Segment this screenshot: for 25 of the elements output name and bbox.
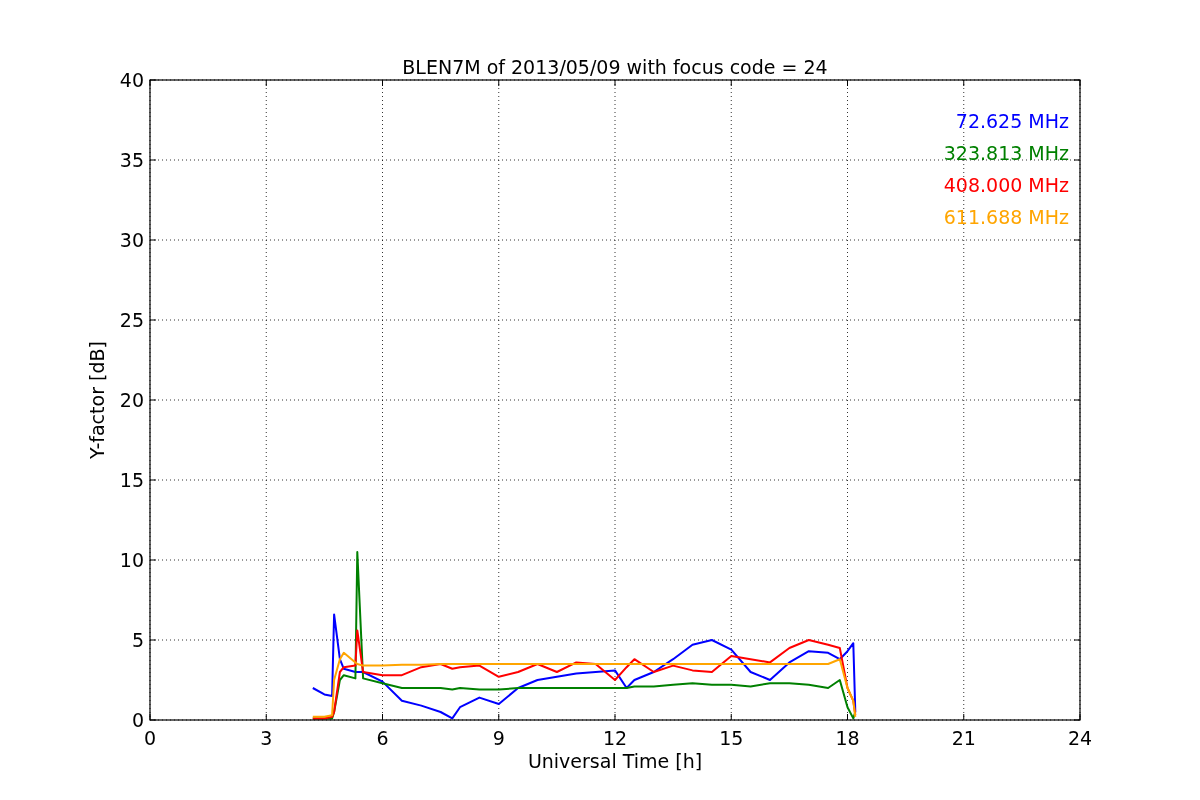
legend-label: 408.000 MHz	[943, 174, 1069, 196]
y-tick-label: 35	[119, 149, 144, 171]
y-tick-label: 40	[119, 69, 144, 91]
x-tick-label: 6	[376, 727, 389, 749]
x-tick-label: 0	[143, 727, 157, 749]
x-tick-label: 9	[492, 727, 505, 749]
x-axis-label: Universal Time [h]	[527, 750, 703, 772]
x-tick-label: 21	[951, 727, 976, 749]
y-tick-label: 20	[119, 389, 144, 411]
y-tick-label: 5	[131, 629, 144, 651]
x-tick-label: 3	[260, 727, 273, 749]
legend-label: 72.625 MHz	[955, 110, 1069, 132]
x-tick-label: 12	[602, 727, 628, 749]
legend-label: 323.813 MHz	[943, 142, 1069, 164]
y-tick-label: 30	[119, 229, 144, 251]
legend-label: 611.688 MHz	[943, 206, 1069, 228]
chart-title: BLEN7M of 2013/05/09 with focus code = 24	[402, 56, 828, 78]
x-tick-label: 18	[835, 727, 860, 749]
y-tick-label: 0	[131, 709, 144, 731]
x-tick-label: 15	[719, 727, 744, 749]
x-tick-label: 24	[1067, 727, 1093, 749]
y-axis-label: Y-factor [dB]	[86, 341, 108, 459]
y-tick-label: 15	[119, 469, 144, 491]
y-tick-label: 25	[119, 309, 144, 331]
y-tick-label: 10	[119, 549, 144, 571]
